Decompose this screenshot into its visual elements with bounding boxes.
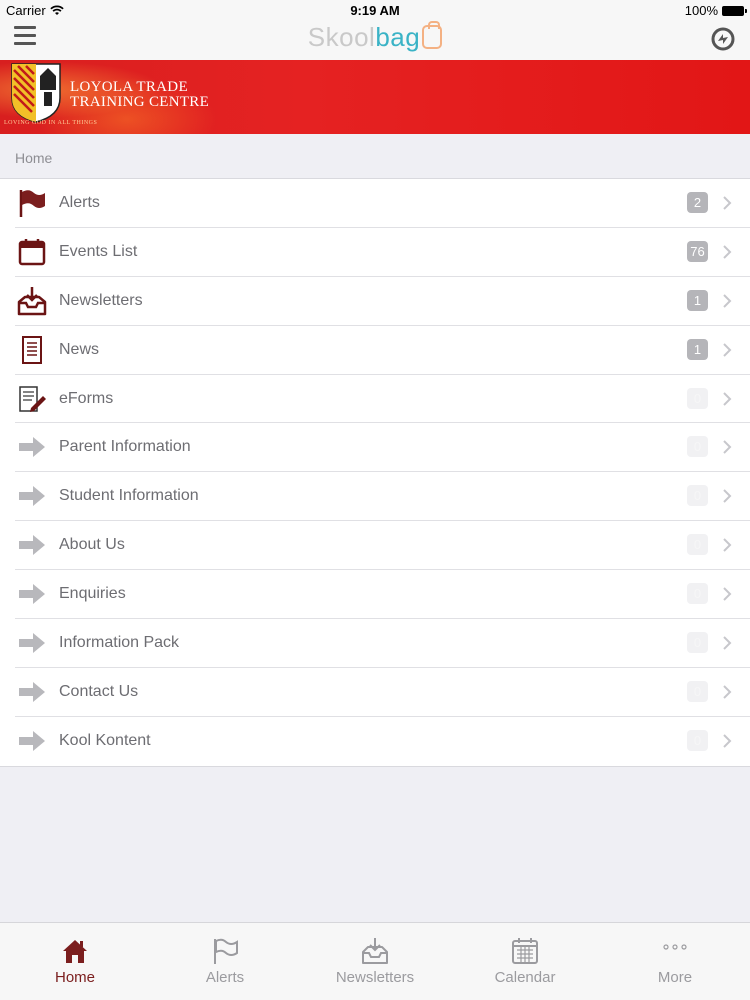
tab-newsletters[interactable]: Newsletters (300, 923, 450, 1000)
tab-alerts[interactable]: Alerts (150, 923, 300, 1000)
school-name-line1: LOYOLA TRADE (70, 79, 188, 95)
school-name-line2: TRAINING CENTRE (70, 94, 210, 110)
count-badge: 0 (687, 534, 708, 556)
menu-item-eforms[interactable]: eForms 0 (0, 375, 750, 424)
chevron-right-icon (723, 636, 732, 650)
battery-icon (722, 5, 747, 16)
count-badge: 76 (687, 240, 708, 262)
tab-label: More (657, 969, 693, 986)
school-motto: LOVING GOD IN ALL THINGS (4, 120, 98, 126)
arrow-right-icon (19, 633, 45, 654)
menu-item-label: eForms (59, 389, 114, 407)
count-badge: 0 (687, 632, 708, 654)
arrow-right-icon (19, 584, 45, 605)
menu-item-information-pack[interactable]: Information Pack 0 (0, 619, 750, 668)
chevron-right-icon (723, 685, 732, 699)
menu-item-label: Enquiries (59, 585, 126, 603)
tab-label: Alerts (205, 969, 245, 986)
menu-item-label: News (59, 340, 100, 358)
clock: 9:19 AM (350, 3, 400, 18)
chevron-right-icon (723, 196, 732, 210)
document-icon (22, 335, 42, 364)
menu-item-events-list[interactable]: Events List 76 (0, 228, 750, 277)
flag-icon (214, 938, 238, 964)
tab-bar: Home Alerts Newsletters Calendar More (0, 922, 750, 1000)
menu-item-kool-kontent[interactable]: Kool Kontent 0 (0, 717, 750, 766)
count-badge: 0 (687, 485, 708, 507)
brand-text-skool: Skool (307, 22, 376, 52)
chevron-right-icon (723, 294, 732, 308)
menu-item-news[interactable]: News 1 (0, 326, 750, 375)
tab-label: Newsletters (335, 969, 415, 986)
count-badge: 0 (687, 387, 708, 409)
menu-item-label: Contact Us (59, 682, 139, 700)
chevron-right-icon (723, 440, 732, 455)
school-crest-icon (11, 63, 61, 123)
count-badge: 0 (687, 680, 708, 702)
status-bar: Carrier 9:19 AM 100% (0, 0, 750, 20)
menu-item-label: Information Pack (59, 634, 180, 652)
home-icon (63, 940, 87, 963)
bag-icon (422, 21, 443, 49)
count-badge: 0 (687, 583, 708, 605)
arrow-right-icon (19, 681, 45, 702)
menu-item-label: Events List (59, 242, 138, 260)
battery-percent: 100% (684, 3, 718, 18)
tab-label: Calendar (494, 969, 556, 986)
chevron-right-icon (723, 734, 732, 748)
arrow-right-icon (19, 535, 45, 556)
menu-item-student-information[interactable]: Student Information 0 (0, 472, 750, 522)
count-badge: 1 (687, 338, 708, 360)
menu-item-parent-information[interactable]: Parent Information 0 (0, 423, 750, 473)
menu-item-contact-us[interactable]: Contact Us 0 (0, 668, 750, 717)
count-badge: 1 (687, 289, 708, 311)
school-name: LOYOLA TRADE TRAINING CENTRE (70, 80, 209, 110)
chevron-right-icon (723, 342, 732, 357)
menu-item-label: Parent Information (59, 438, 191, 456)
chevron-right-icon (723, 538, 732, 552)
tab-home[interactable]: Home (0, 923, 150, 1000)
arrow-right-icon (19, 486, 45, 507)
menu-item-label: About Us (59, 536, 125, 554)
menu-item-label: Student Information (59, 487, 199, 505)
calendar-icon (512, 938, 538, 964)
menu-item-label: Alerts (59, 194, 100, 211)
arrow-right-icon (19, 437, 45, 458)
count-badge: 0 (687, 729, 708, 751)
more-dots-icon (663, 944, 687, 950)
menu-item-enquiries[interactable]: Enquiries 0 (0, 570, 750, 619)
battery-indicator: 100% (684, 3, 747, 18)
menu-item-label: Newsletters (59, 291, 143, 309)
brand-text-bag: bag (375, 22, 421, 52)
inbox-download-icon (17, 286, 47, 316)
tab-calendar[interactable]: Calendar (450, 923, 600, 1000)
count-badge: 2 (687, 192, 708, 213)
tab-label: Home (54, 969, 95, 986)
menu-item-newsletters[interactable]: Newsletters 1 (0, 277, 750, 326)
app-logo: Skoolbag (0, 21, 750, 53)
chevron-right-icon (723, 245, 732, 259)
sync-icon[interactable] (710, 26, 736, 52)
form-pencil-icon (19, 385, 46, 412)
tab-more[interactable]: More (600, 923, 750, 1000)
menu-item-about-us[interactable]: About Us 0 (0, 521, 750, 571)
menu-item-alerts[interactable]: Alerts 2 (0, 179, 750, 228)
menu-list: Alerts 2 Events List 76 Newsletters 1 Ne… (0, 179, 750, 767)
school-banner: LOYOLA TRADE TRAINING CENTRE LOVING GOD … (0, 60, 750, 134)
chevron-right-icon (723, 489, 732, 504)
arrow-right-icon (19, 730, 45, 751)
inbox-download-icon (362, 938, 388, 964)
breadcrumb-home: Home (15, 150, 53, 166)
chevron-right-icon (723, 587, 732, 601)
nav-bar: Skoolbag (0, 20, 750, 60)
breadcrumb: Home (0, 134, 750, 179)
calendar-icon (18, 238, 46, 266)
count-badge: 0 (687, 436, 708, 458)
chevron-right-icon (723, 391, 732, 406)
menu-item-label: Kool Kontent (59, 731, 151, 749)
flag-icon (19, 190, 45, 217)
